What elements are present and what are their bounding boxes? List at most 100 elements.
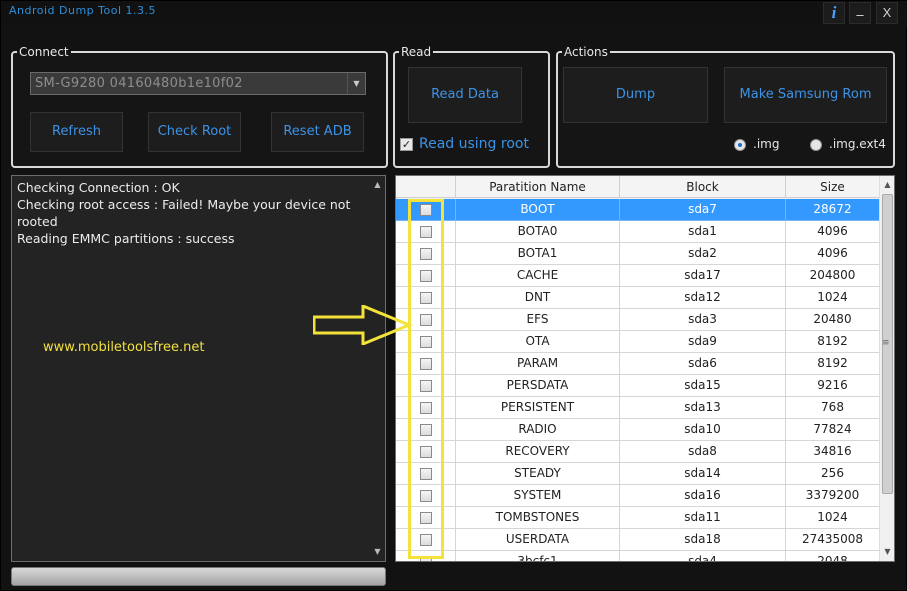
table-row[interactable]: BOTA0 sda1 4096: [396, 221, 880, 243]
partition-size-cell[interactable]: 34816: [786, 441, 880, 463]
partition-block-cell[interactable]: sda10: [620, 419, 786, 441]
partition-name-cell[interactable]: STEADY: [456, 463, 620, 485]
partition-size-cell[interactable]: 8192: [786, 353, 880, 375]
partition-block-cell[interactable]: sda13: [620, 397, 786, 419]
triangle-up-icon[interactable]: ▲: [880, 178, 894, 192]
partition-block-cell[interactable]: sda3: [620, 309, 786, 331]
partition-block-cell[interactable]: sda1: [620, 221, 786, 243]
table-row[interactable]: DNT sda12 1024: [396, 287, 880, 309]
partition-name-cell[interactable]: OTA: [456, 331, 620, 353]
partition-size-cell[interactable]: 27435008: [786, 529, 880, 551]
triangle-down-icon[interactable]: ▼: [880, 545, 894, 559]
title-bar[interactable]: Android Dump Tool 1.3.5 i _ X: [1, 1, 907, 27]
partition-size-cell[interactable]: 77824: [786, 419, 880, 441]
partition-block-cell[interactable]: sda12: [620, 287, 786, 309]
partition-size-cell[interactable]: 1024: [786, 287, 880, 309]
column-header-name[interactable]: Paratition Name: [456, 176, 620, 198]
partition-block-cell[interactable]: sda16: [620, 485, 786, 507]
partition-name-cell[interactable]: BOTA0: [456, 221, 620, 243]
log-scrollbar[interactable]: ▲ ▼: [370, 176, 385, 561]
table-row[interactable]: OTA sda9 8192: [396, 331, 880, 353]
device-select[interactable]: SM-G9280 04160480b1e10f02 ▼: [30, 72, 366, 95]
partition-name-cell[interactable]: PERSDATA: [456, 375, 620, 397]
partition-name-cell[interactable]: USERDATA: [456, 529, 620, 551]
table-row[interactable]: PARAM sda6 8192: [396, 353, 880, 375]
partition-name-cell[interactable]: DNT: [456, 287, 620, 309]
partition-name-cell[interactable]: 3bcfc1: [456, 551, 620, 561]
partition-size-cell[interactable]: 4096: [786, 243, 880, 265]
partition-size-cell[interactable]: 204800: [786, 265, 880, 287]
partition-block-cell[interactable]: sda6: [620, 353, 786, 375]
table-scrollbar[interactable]: ▲ ≡ ▼: [879, 176, 894, 561]
table-row[interactable]: PERSISTENT sda13 768: [396, 397, 880, 419]
partition-block-cell[interactable]: sda17: [620, 265, 786, 287]
partition-name-cell[interactable]: TOMBSTONES: [456, 507, 620, 529]
partition-name-cell[interactable]: EFS: [456, 309, 620, 331]
partition-size-cell[interactable]: 4096: [786, 221, 880, 243]
check-root-button[interactable]: Check Root: [148, 112, 241, 152]
dump-button[interactable]: Dump: [563, 67, 708, 123]
partition-name-cell[interactable]: PERSISTENT: [456, 397, 620, 419]
grip-icon: ≡: [882, 338, 890, 348]
partition-size-cell[interactable]: 3379200: [786, 485, 880, 507]
partition-block-cell[interactable]: sda14: [620, 463, 786, 485]
table-row[interactable]: PERSDATA sda15 9216: [396, 375, 880, 397]
table-row[interactable]: USERDATA sda18 27435008: [396, 529, 880, 551]
refresh-button[interactable]: Refresh: [30, 112, 123, 152]
table-row[interactable]: 3bcfc1 sda4 2048: [396, 551, 880, 561]
partition-block-cell[interactable]: sda9: [620, 331, 786, 353]
partition-name-cell[interactable]: BOTA1: [456, 243, 620, 265]
app-window: Android Dump Tool 1.3.5 i _ X Connect Re…: [0, 0, 907, 591]
partition-block-cell[interactable]: sda8: [620, 441, 786, 463]
table-row[interactable]: RADIO sda10 77824: [396, 419, 880, 441]
partition-block-cell[interactable]: sda4: [620, 551, 786, 561]
make-samsung-rom-button[interactable]: Make Samsung Rom: [724, 67, 887, 123]
partition-size-cell[interactable]: 8192: [786, 331, 880, 353]
read-using-root-label[interactable]: Read using root: [419, 136, 529, 152]
partition-size-cell[interactable]: 768: [786, 397, 880, 419]
table-row[interactable]: CACHE sda17 204800: [396, 265, 880, 287]
format-img-radio[interactable]: [734, 139, 746, 151]
table-row[interactable]: BOTA1 sda2 4096: [396, 243, 880, 265]
format-img-ext4-label[interactable]: .img.ext4: [829, 137, 886, 151]
read-using-root-checkbox[interactable]: ✓: [400, 138, 413, 151]
partition-table[interactable]: Paratition Name Block Size BOOT sda7 28672…: [395, 175, 895, 562]
partition-name-cell[interactable]: RADIO: [456, 419, 620, 441]
triangle-down-icon[interactable]: ▼: [370, 545, 385, 559]
table-row[interactable]: EFS sda3 20480: [396, 309, 880, 331]
partition-block-cell[interactable]: sda15: [620, 375, 786, 397]
column-header-select[interactable]: [396, 176, 456, 198]
close-button[interactable]: X: [876, 2, 898, 24]
info-button[interactable]: i: [823, 2, 845, 24]
partition-name-cell[interactable]: BOOT: [456, 199, 620, 221]
table-row[interactable]: STEADY sda14 256: [396, 463, 880, 485]
format-img-ext4-radio[interactable]: [810, 139, 822, 151]
partition-block-cell[interactable]: sda18: [620, 529, 786, 551]
read-data-button[interactable]: Read Data: [408, 67, 522, 123]
partition-name-cell[interactable]: PARAM: [456, 353, 620, 375]
partition-size-cell[interactable]: 256: [786, 463, 880, 485]
table-row[interactable]: SYSTEM sda16 3379200: [396, 485, 880, 507]
format-img-label[interactable]: .img: [753, 137, 779, 151]
partition-size-cell[interactable]: 28672: [786, 199, 880, 221]
column-header-size[interactable]: Size: [786, 176, 880, 198]
table-row[interactable]: TOMBSTONES sda11 1024: [396, 507, 880, 529]
partition-size-cell[interactable]: 20480: [786, 309, 880, 331]
table-row[interactable]: BOOT sda7 28672: [396, 199, 880, 221]
chevron-down-icon[interactable]: ▼: [347, 73, 365, 94]
partition-name-cell[interactable]: SYSTEM: [456, 485, 620, 507]
column-header-block[interactable]: Block: [620, 176, 786, 198]
partition-name-cell[interactable]: CACHE: [456, 265, 620, 287]
partition-size-cell[interactable]: 2048: [786, 551, 880, 561]
minimize-button[interactable]: _: [849, 2, 871, 24]
partition-block-cell[interactable]: sda7: [620, 199, 786, 221]
partition-size-cell[interactable]: 9216: [786, 375, 880, 397]
partition-block-cell[interactable]: sda11: [620, 507, 786, 529]
reset-adb-button[interactable]: Reset ADB: [271, 112, 364, 152]
partition-size-cell[interactable]: 1024: [786, 507, 880, 529]
triangle-up-icon[interactable]: ▲: [370, 178, 385, 192]
partition-block-cell[interactable]: sda2: [620, 243, 786, 265]
log-panel[interactable]: Checking Connection : OK Checking root a…: [11, 175, 386, 562]
partition-name-cell[interactable]: RECOVERY: [456, 441, 620, 463]
table-row[interactable]: RECOVERY sda8 34816: [396, 441, 880, 463]
